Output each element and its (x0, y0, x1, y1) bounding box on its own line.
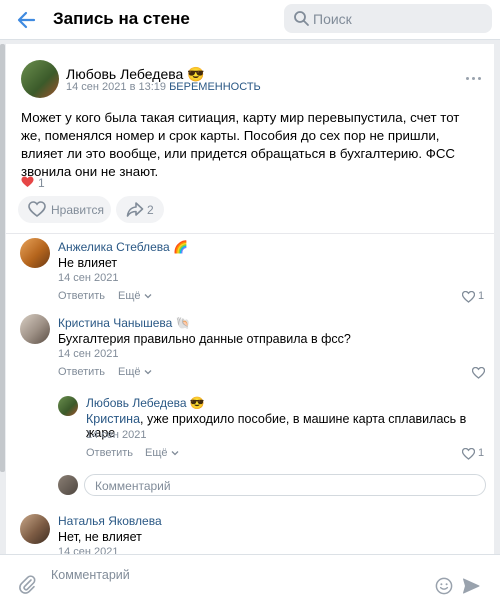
chevron-down-icon (144, 294, 152, 299)
comment-text: Не влияет (58, 256, 118, 270)
post-date: 14 сен 2021 в 13:19 (66, 81, 166, 93)
heart-icon (472, 367, 485, 379)
avatar[interactable] (20, 514, 50, 544)
more-button[interactable]: Ещё (118, 290, 152, 302)
avatar (58, 475, 78, 495)
comment-like-button[interactable]: 1 (462, 290, 486, 304)
share-count: 2 (147, 203, 154, 217)
comment-like-button[interactable] (472, 366, 486, 380)
like-label: Нравится (51, 203, 104, 217)
heart-icon (28, 201, 46, 218)
send-icon[interactable] (462, 577, 480, 595)
more-icon[interactable] (466, 77, 482, 81)
likes-count[interactable]: 1 (38, 176, 45, 190)
post-text: Может у кого была такая ситиация, карту … (21, 110, 460, 179)
search-placeholder: Поиск (313, 11, 352, 27)
reply-button[interactable]: Ответить (58, 290, 105, 302)
post-card: Любовь Лебедева 😎 14 сен 2021 в 13:19 БЕ… (6, 44, 494, 554)
share-button[interactable]: 2 (116, 196, 164, 223)
search-icon (294, 11, 309, 26)
search-input[interactable]: Поиск (284, 4, 492, 33)
avatar[interactable] (20, 314, 50, 344)
avatar[interactable] (21, 60, 59, 98)
avatar[interactable] (20, 238, 50, 268)
scrollbar[interactable] (0, 44, 5, 472)
attach-icon[interactable] (17, 574, 37, 594)
avatar[interactable] (58, 396, 78, 416)
comment-like-count: 1 (478, 447, 485, 459)
more-label: Ещё (118, 366, 141, 378)
mention-link[interactable]: Кристина (86, 412, 140, 426)
share-icon (126, 202, 144, 217)
comment-author[interactable]: Любовь Лебедева 😎 (86, 396, 205, 410)
page-title: Запись на стене (53, 9, 190, 28)
reply-button[interactable]: Ответить (86, 447, 133, 459)
top-bar: Запись на стене Поиск (0, 0, 500, 40)
comment-author[interactable]: Наталья Яковлева (58, 514, 162, 528)
more-label: Ещё (145, 447, 168, 459)
chevron-down-icon (144, 370, 152, 375)
comment-author[interactable]: Анжелика Стеблева 🌈 (58, 240, 188, 254)
heart-icon (21, 176, 34, 187)
comment-input[interactable]: Комментарий (51, 568, 130, 582)
heart-icon (462, 291, 475, 303)
chevron-down-icon (171, 451, 179, 456)
comment-date: 14 сен 2021 (58, 272, 119, 284)
more-button[interactable]: Ещё (145, 447, 179, 459)
comment-text: Бухгалтерия правильно данные отправила в… (58, 332, 351, 346)
comment-like-button[interactable]: 1 (462, 447, 486, 461)
heart-icon (462, 448, 475, 460)
comment-text: Нет, не влияет (58, 530, 142, 544)
post-group-link[interactable]: БЕРЕМЕННОСТЬ (169, 81, 261, 93)
reply-button[interactable]: Ответить (58, 366, 105, 378)
back-arrow-icon[interactable] (14, 7, 40, 33)
like-button[interactable]: Нравится (18, 196, 111, 223)
comment-composer: Комментарий (0, 554, 500, 602)
comment-text: Кристина, уже приходило пособие, в машин… (86, 412, 494, 440)
reply-comment-input[interactable]: Комментарий (84, 474, 486, 496)
divider (6, 233, 494, 234)
comment-like-count: 1 (478, 290, 485, 302)
comment-date: 14 сен 2021 (86, 429, 147, 441)
reply-placeholder: Комментарий (95, 479, 171, 493)
post-meta: 14 сен 2021 в 13:19 БЕРЕМЕННОСТЬ (66, 81, 261, 93)
smile-icon[interactable] (435, 577, 453, 595)
comment-date: 14 сен 2021 (58, 348, 119, 360)
more-button[interactable]: Ещё (118, 366, 152, 378)
comment-author[interactable]: Кристина Чанышева 🐚 (58, 316, 191, 330)
comment-date: 14 сен 2021 (58, 546, 119, 554)
app: Запись на стене Поиск Любовь Лебедева 😎 … (0, 0, 500, 602)
more-label: Ещё (118, 290, 141, 302)
